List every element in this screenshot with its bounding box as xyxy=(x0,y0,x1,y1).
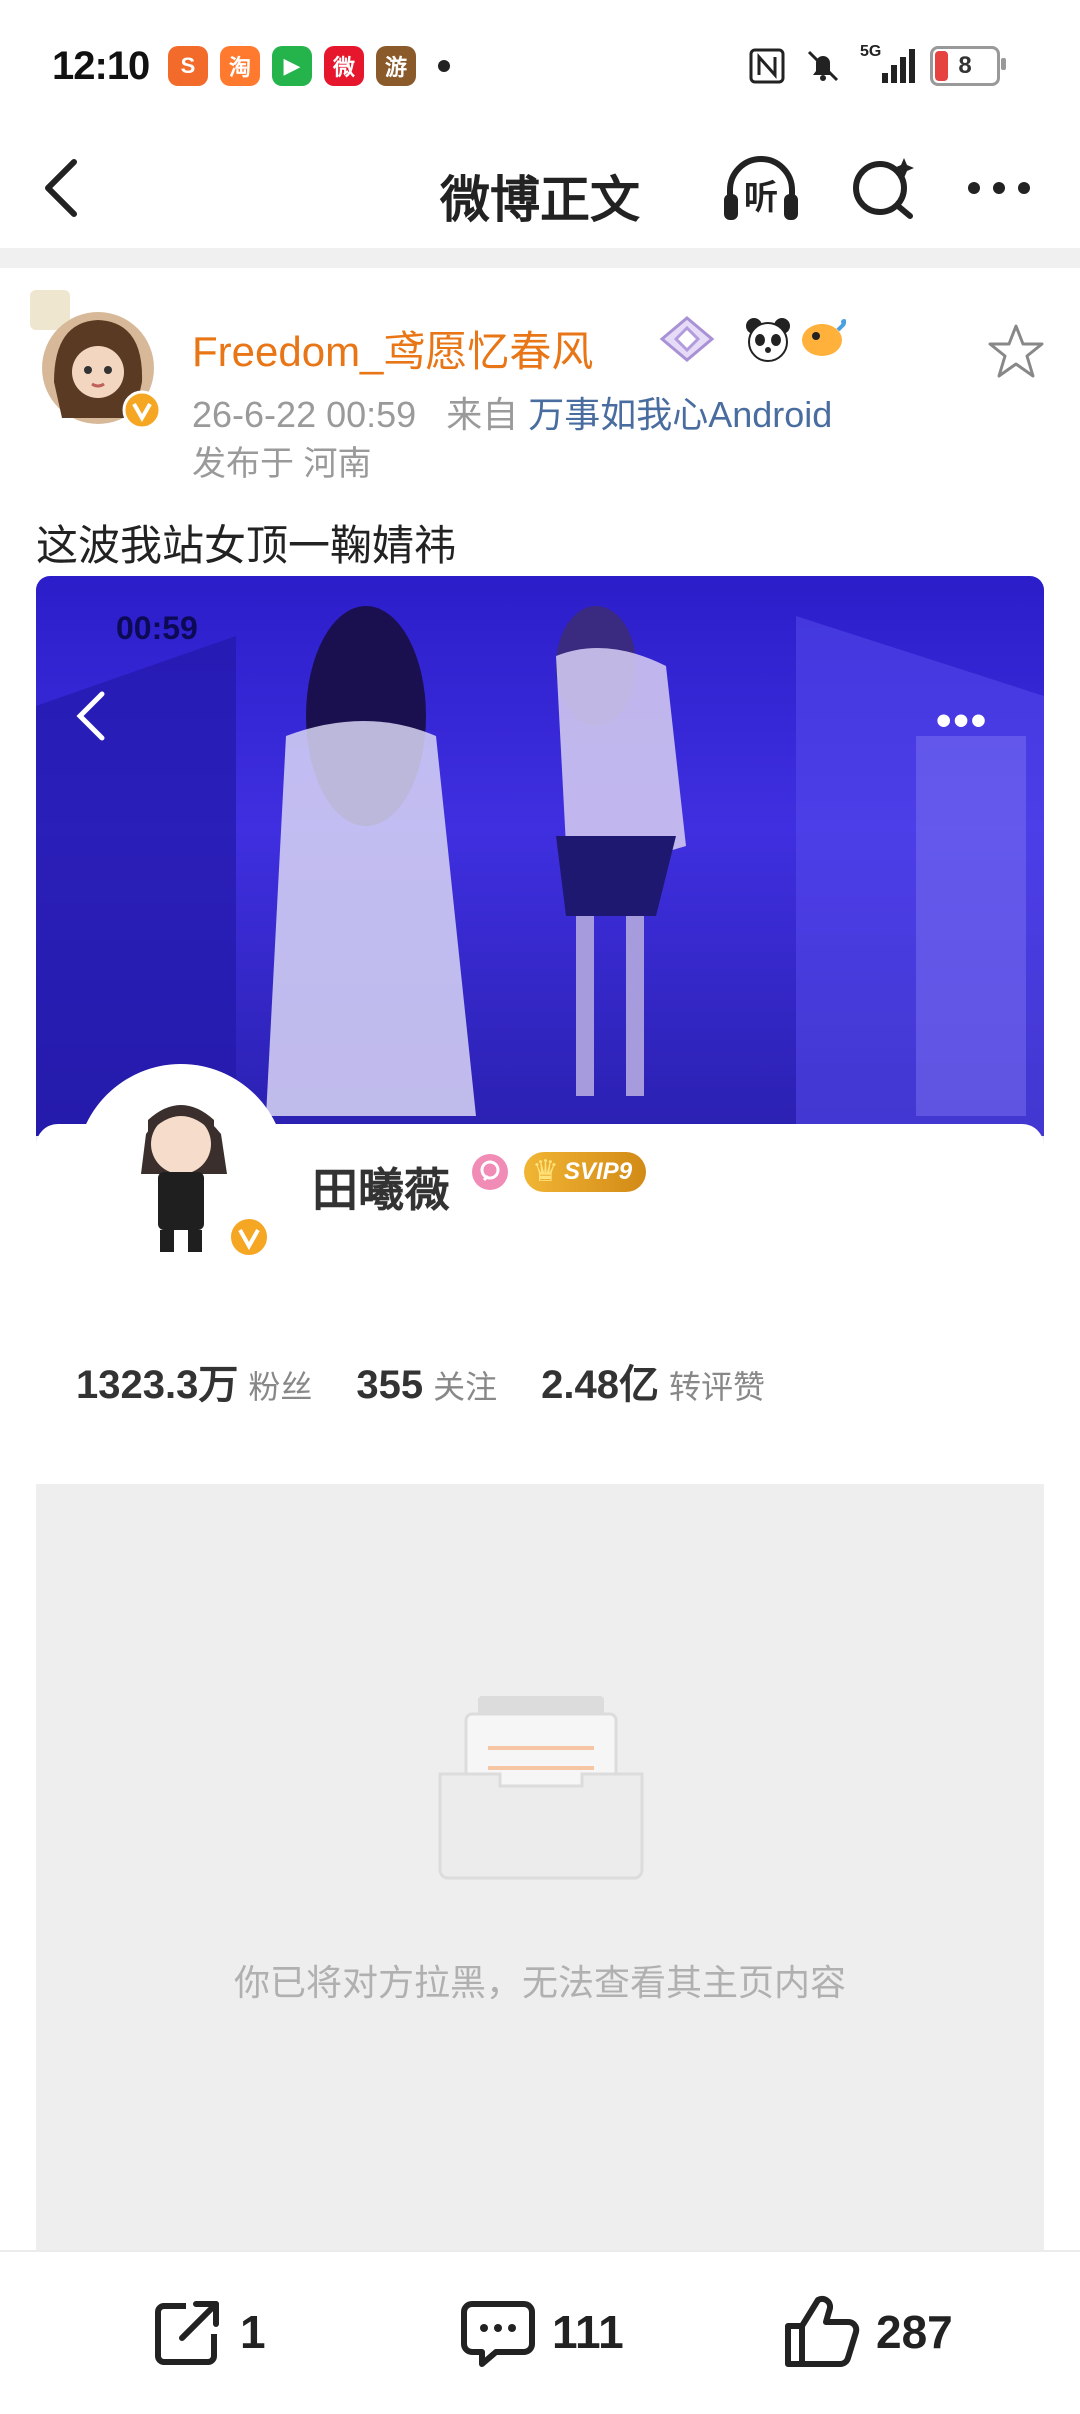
repost-count: 1 xyxy=(240,2306,266,2358)
source-prefix: 来自 xyxy=(446,394,519,435)
like-button[interactable]: 287 xyxy=(782,2292,953,2372)
comment-count: 111 xyxy=(552,2306,624,2358)
sogou-icon: S xyxy=(168,46,208,86)
post-image[interactable]: 00:59 ••• 田曦薇 ♛ SVIP9 1323.3万 粉丝 355 关注 … xyxy=(36,576,1044,2412)
mute-bell-icon xyxy=(807,50,839,82)
blocked-message: 你已将对方拉黑，无法查看其主页内容 xyxy=(233,1962,846,2003)
following-count: 355 xyxy=(356,1363,424,1407)
listen-label: 听 xyxy=(744,179,778,217)
signal-icon: 5G xyxy=(860,43,915,85)
thumbs-up-icon xyxy=(785,2295,860,2367)
svip-badge: SVIP9 xyxy=(524,1152,647,1192)
embedded-video-frame: 00:59 ••• xyxy=(36,576,1044,1136)
battery-level: 8 xyxy=(958,52,972,79)
embedded-profile-badges: SVIP9 xyxy=(470,1152,647,1192)
interactions-label: 转评赞 xyxy=(668,1369,765,1405)
author-name[interactable]: Freedom_鸢愿忆春风 xyxy=(192,318,593,379)
video-app-icon: ▶ xyxy=(272,46,312,86)
post-source-link[interactable]: 万事如我心Android xyxy=(528,394,832,435)
battery-icon: 8 xyxy=(930,46,1006,86)
nfc-icon xyxy=(749,48,785,84)
game-icon: 游 xyxy=(376,46,416,86)
medal-badge-icon xyxy=(659,316,715,362)
post-text: 这波我站女顶一鞠婧祎 xyxy=(36,522,457,569)
panda-icon xyxy=(746,318,790,362)
status-time: 12:10 xyxy=(52,44,150,88)
fans-count: 1323.3万 xyxy=(76,1363,239,1407)
taobao-icon: 淘 xyxy=(220,46,260,86)
verified-badge-icon xyxy=(122,390,162,430)
weibo-icon: 微 xyxy=(324,46,364,86)
like-count: 287 xyxy=(876,2306,953,2358)
author-avatar[interactable] xyxy=(30,290,162,430)
fish-icon xyxy=(802,319,846,356)
embedded-profile-stats: 1323.3万 粉丝 355 关注 2.48亿 转评赞 xyxy=(76,1352,809,1410)
repost-button[interactable]: 1 xyxy=(146,2292,266,2372)
video-back-icon xyxy=(76,691,105,741)
listen-button[interactable]: 听 xyxy=(718,150,804,230)
more-options-icon[interactable] xyxy=(964,152,1034,224)
system-icons: 5G 8 xyxy=(748,43,1006,86)
comment-button[interactable]: 111 xyxy=(458,2292,624,2372)
post-location: 发布于 河南 xyxy=(192,445,372,483)
embedded-verified-icon xyxy=(227,1215,271,1259)
favorite-star-icon[interactable] xyxy=(984,320,1048,384)
author-badges xyxy=(656,314,846,364)
video-timestamp: 00:59 xyxy=(116,610,198,646)
bottom-action-bar: 1 111 287 xyxy=(0,2250,1080,2414)
post-meta: 26-6-22 00:59 来自 万事如我心Android xyxy=(192,386,832,438)
post-time: 26-6-22 00:59 xyxy=(192,394,417,435)
embedded-profile-avatar xyxy=(76,1064,286,1274)
notification-icons: S 淘 ▶ 微 游 xyxy=(168,46,450,86)
network-type: 5G xyxy=(860,43,882,60)
embedded-profile-card: 田曦薇 SVIP9 1323.3万 粉丝 355 关注 2.48亿 转评赞 xyxy=(36,1064,1044,1484)
section-divider xyxy=(0,248,1080,268)
more-notifications-dot xyxy=(438,60,450,72)
status-bar: 12:10 S 淘 ▶ 微 游 5G 8 xyxy=(0,0,1080,130)
embedded-profile-name: 田曦薇 xyxy=(312,1164,450,1216)
repost-icon xyxy=(155,2301,219,2365)
following-label: 关注 xyxy=(433,1369,498,1405)
comment-icon xyxy=(461,2301,535,2367)
page-title: 微博正文 xyxy=(440,172,640,228)
empty-box-illustration xyxy=(438,1696,644,1880)
top-nav-bar: 微博正文 听 xyxy=(0,130,1080,250)
interactions-count: 2.48亿 xyxy=(541,1363,659,1407)
fans-label: 粉丝 xyxy=(248,1369,313,1405)
video-more-icon: ••• xyxy=(936,696,989,745)
pink-badge-icon xyxy=(472,1154,508,1190)
video-scene xyxy=(36,606,1044,1136)
search-icon[interactable] xyxy=(848,152,918,224)
